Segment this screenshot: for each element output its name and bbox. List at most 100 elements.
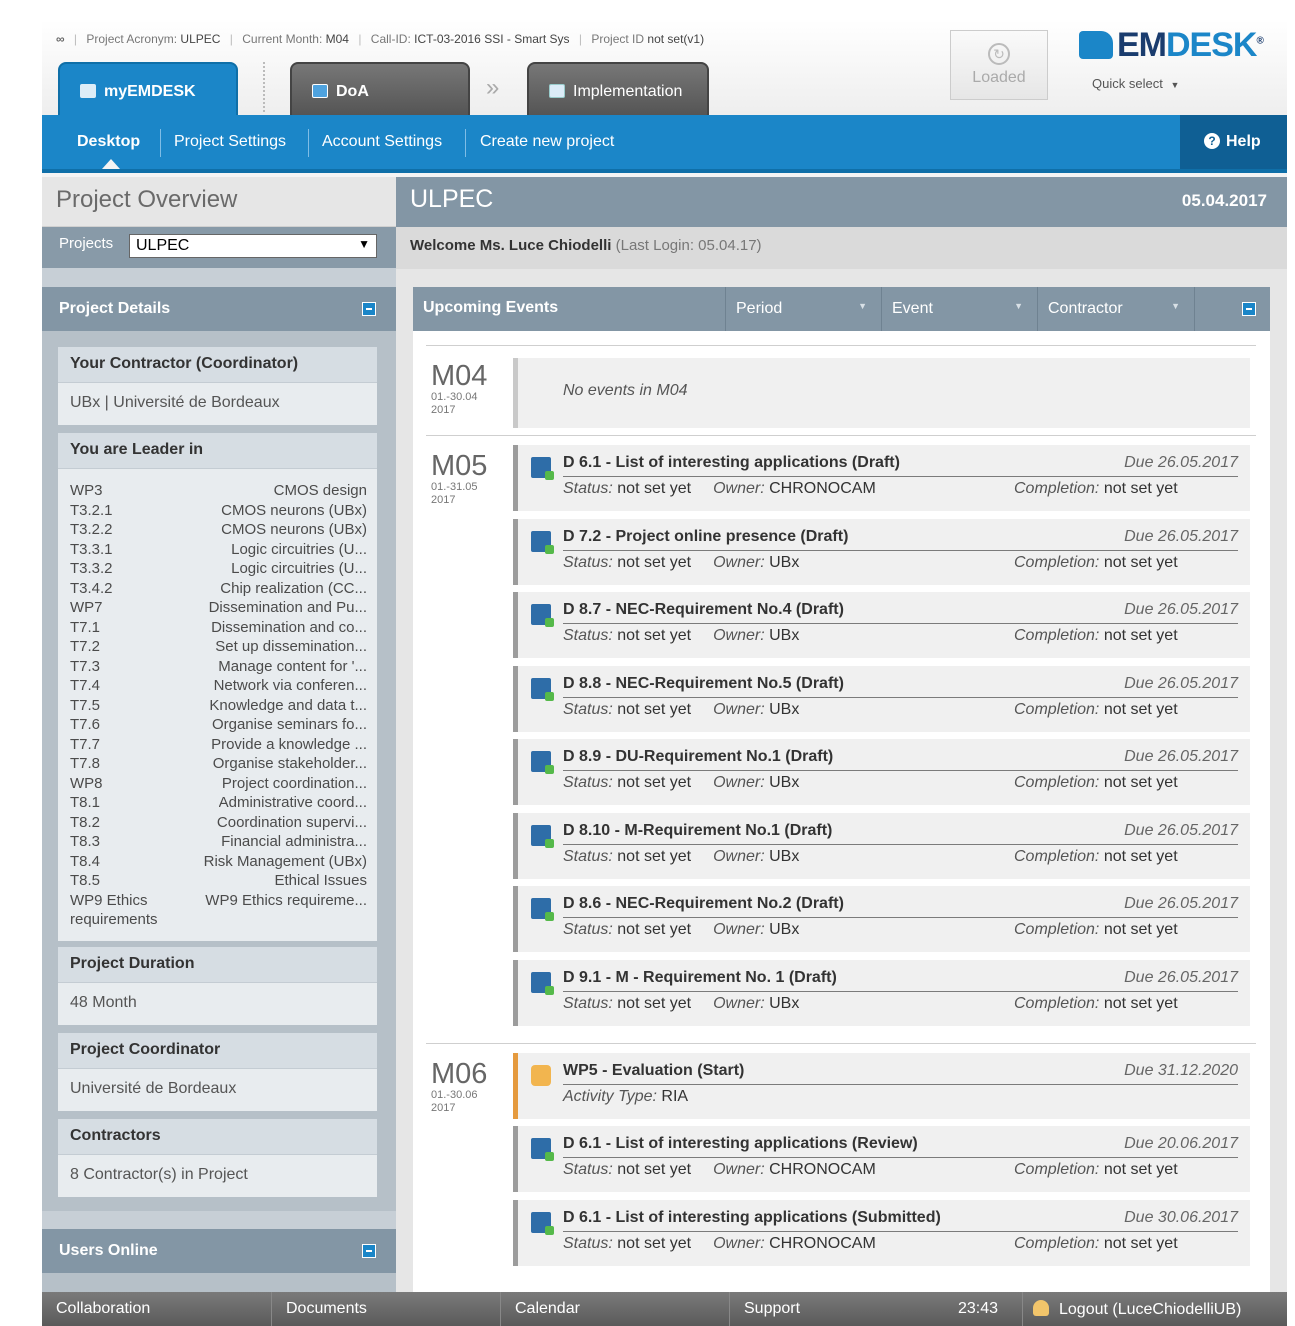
- contractor-filter[interactable]: Contractor ▼: [1037, 287, 1194, 331]
- nav-create-new-project[interactable]: Create new project: [480, 133, 614, 151]
- footer-documents[interactable]: Documents: [271, 1292, 500, 1326]
- deliverable-event[interactable]: D 6.1 - List of interesting applications…: [513, 1126, 1250, 1192]
- collapse-minus-icon[interactable]: [362, 302, 376, 316]
- event-meta: Status: not set yet Owner: UBx: [563, 554, 799, 572]
- nav-desktop[interactable]: Desktop: [77, 133, 140, 151]
- event-title[interactable]: D 6.1 - List of interesting applications…: [563, 454, 900, 472]
- logout-button[interactable]: Logout (LuceChiodelliUB): [1022, 1292, 1241, 1326]
- leader-item[interactable]: T7.7 Provide a knowledge ...: [70, 735, 367, 755]
- project-header: ULPEC 05.04.2017: [396, 177, 1287, 227]
- no-events-text: No events in M04: [563, 382, 688, 399]
- leader-item[interactable]: T8.2 Coordination supervi...: [70, 813, 367, 833]
- users-online-title: Users Online: [59, 1242, 158, 1259]
- leader-item-title: Financial administra...: [221, 833, 367, 850]
- owner-value: UBx: [769, 627, 800, 644]
- completion-value: not set yet: [1103, 1161, 1178, 1178]
- collapse-minus-icon[interactable]: [362, 1244, 376, 1258]
- loaded-button[interactable]: ↻ Loaded: [950, 30, 1048, 100]
- deliverable-event[interactable]: D 8.10 - M-Requirement No.1 (Draft) Due 2…: [513, 813, 1250, 879]
- leader-item[interactable]: T7.6 Organise seminars fo...: [70, 715, 367, 735]
- event-divider: [563, 991, 1238, 992]
- tab-myemdesk[interactable]: myEMDESK: [58, 62, 238, 115]
- completion-meta: Completion: not set yet: [1014, 995, 1178, 1013]
- leader-item[interactable]: T8.3 Financial administra...: [70, 832, 367, 852]
- leader-item[interactable]: WP9 Ethics requirements WP9 Ethics requir…: [70, 891, 367, 930]
- completion-value: not set yet: [1103, 921, 1178, 938]
- help-button[interactable]: ? Help: [1180, 115, 1287, 169]
- deliverable-event[interactable]: D 7.2 - Project online presence (Draft) D…: [513, 519, 1250, 585]
- leader-item[interactable]: WP8 Project coordination...: [70, 774, 367, 794]
- month-label-m04: M04 01.-30.04 2017: [431, 360, 488, 416]
- leader-item[interactable]: T7.3 Manage content for '...: [70, 657, 367, 677]
- event-meta: Status: not set yet Owner: UBx: [563, 848, 799, 866]
- leader-item-title: Administrative coord...: [218, 794, 367, 811]
- tab-implementation[interactable]: Implementation: [527, 62, 709, 115]
- event-title[interactable]: D 8.10 - M-Requirement No.1 (Draft): [563, 822, 832, 840]
- completion-value: not set yet: [1103, 627, 1178, 644]
- leader-item-title: Knowledge and data t...: [209, 696, 367, 714]
- event-title[interactable]: WP5 - Evaluation (Start): [563, 1062, 744, 1080]
- leader-item[interactable]: T7.2 Set up dissemination...: [70, 637, 367, 657]
- tab-doa[interactable]: DoA: [290, 62, 470, 115]
- link-icon[interactable]: ∞: [56, 32, 65, 46]
- deliverable-event[interactable]: D 8.9 - DU-Requirement No.1 (Draft) Due 2…: [513, 739, 1250, 805]
- projects-select[interactable]: ULPEC ▼: [129, 234, 377, 258]
- leader-item[interactable]: T3.3.1 Logic circuitries (U...: [70, 540, 367, 560]
- nav-project-settings[interactable]: Project Settings: [174, 133, 286, 151]
- deliverable-event[interactable]: D 6.1 - List of interesting applications…: [513, 445, 1250, 511]
- deliverable-event[interactable]: D 6.1 - List of interesting applications…: [513, 1200, 1250, 1266]
- footer-collaboration[interactable]: Collaboration: [42, 1292, 271, 1326]
- logo-mark-icon: [1079, 31, 1113, 59]
- quick-select-dropdown[interactable]: Quick select ▼: [1092, 76, 1179, 91]
- leader-item[interactable]: WP7 Dissemination and Pu...: [70, 598, 367, 618]
- period-filter[interactable]: Period ▼: [725, 287, 881, 331]
- leader-item[interactable]: T3.2.1 CMOS neurons (UBx): [70, 501, 367, 521]
- deliverable-event[interactable]: D 9.1 - M - Requirement No. 1 (Draft) Due…: [513, 960, 1250, 1026]
- completion-value: not set yet: [1103, 701, 1178, 718]
- leader-item[interactable]: T8.4 Risk Management (UBx): [70, 852, 367, 872]
- project-details-header: Project Details: [42, 287, 396, 331]
- event-filter[interactable]: Event ▼: [881, 287, 1037, 331]
- leader-item[interactable]: T8.1 Administrative coord...: [70, 793, 367, 813]
- desktop-main-panel: ULPEC 05.04.2017 Welcome Ms. Luce Chiode…: [396, 177, 1287, 1292]
- leader-item-code: T7.2: [70, 638, 101, 655]
- card-value: UBx | Université de Bordeaux: [70, 394, 280, 411]
- status-value: not set yet: [617, 774, 692, 791]
- leader-item[interactable]: T3.2.2 CMOS neurons (UBx): [70, 520, 367, 540]
- event-title[interactable]: D 7.2 - Project online presence (Draft): [563, 528, 848, 546]
- deliverable-event[interactable]: D 8.7 - NEC-Requirement No.4 (Draft) Due …: [513, 592, 1250, 658]
- leader-item[interactable]: T7.1 Dissemination and co...: [70, 618, 367, 638]
- month-label-m05: M05 01.-31.05 2017: [431, 450, 488, 506]
- leader-item[interactable]: T8.5 Ethical Issues: [70, 871, 367, 891]
- footer-calendar[interactable]: Calendar: [500, 1292, 729, 1326]
- completion-meta: Completion: not set yet: [1014, 554, 1178, 572]
- leader-item[interactable]: T7.8 Organise stakeholder...: [70, 754, 367, 774]
- event-meta: Status: not set yet Owner: CHRONOCAM: [563, 1235, 876, 1253]
- leader-item-code: WP8: [70, 774, 103, 792]
- leader-item[interactable]: T3.3.2 Logic circuitries (U...: [70, 559, 367, 579]
- footer-bar: Collaboration Documents Calendar Support…: [42, 1292, 1287, 1326]
- nav-account-settings[interactable]: Account Settings: [322, 133, 442, 151]
- leader-item[interactable]: T7.4 Network via conferen...: [70, 676, 367, 696]
- completion-label: Completion:: [1014, 554, 1100, 571]
- collapse-minus-icon[interactable]: [1242, 302, 1256, 316]
- completion-value: not set yet: [1103, 554, 1178, 571]
- event-divider: [563, 550, 1238, 551]
- leader-item[interactable]: WP3 CMOS design: [70, 481, 367, 501]
- event-title[interactable]: D 8.8 - NEC-Requirement No.5 (Draft): [563, 675, 844, 693]
- event-title[interactable]: D 9.1 - M - Requirement No. 1 (Draft): [563, 969, 837, 987]
- activity-event[interactable]: WP5 - Evaluation (Start) Due 31.12.2020 Ac…: [513, 1053, 1250, 1119]
- event-title[interactable]: D 6.1 - List of interesting applications…: [563, 1209, 941, 1227]
- event-title[interactable]: D 8.9 - DU-Requirement No.1 (Draft): [563, 748, 833, 766]
- event-title[interactable]: D 8.7 - NEC-Requirement No.4 (Draft): [563, 601, 844, 619]
- event-title[interactable]: D 8.6 - NEC-Requirement No.2 (Draft): [563, 895, 844, 913]
- deliverable-event[interactable]: D 8.8 - NEC-Requirement No.5 (Draft) Due …: [513, 666, 1250, 732]
- leader-item[interactable]: T7.5 Knowledge and data t...: [70, 696, 367, 716]
- help-label: Help: [1226, 133, 1261, 150]
- completion-meta: Completion: not set yet: [1014, 701, 1178, 719]
- user-icon: [1033, 1300, 1049, 1316]
- leader-item[interactable]: T3.4.2 Chip realization (CC...: [70, 579, 367, 599]
- event-title[interactable]: D 6.1 - List of interesting applications…: [563, 1135, 918, 1153]
- deliverable-event[interactable]: D 8.6 - NEC-Requirement No.2 (Draft) Due …: [513, 886, 1250, 952]
- footer-support[interactable]: Support: [729, 1292, 958, 1326]
